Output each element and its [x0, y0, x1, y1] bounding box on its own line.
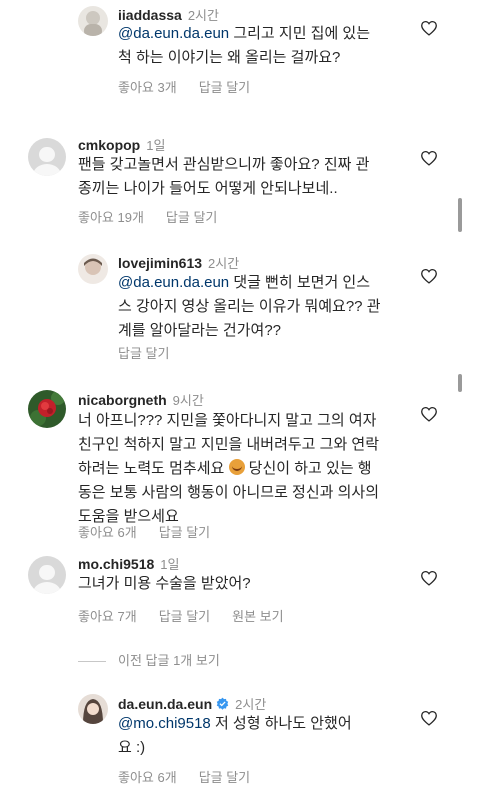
avatar[interactable] [78, 694, 108, 724]
reply-button[interactable]: 답글 달기 [159, 525, 210, 540]
heart-icon[interactable] [420, 570, 438, 586]
timestamp: 2시간 [187, 8, 219, 23]
timestamp: 1일 [160, 557, 180, 572]
likes-count[interactable]: 좋아요 6개 [118, 770, 177, 785]
avatar[interactable] [78, 6, 108, 36]
username[interactable]: iiaddassa [118, 7, 182, 23]
reply-button[interactable]: 답글 달기 [199, 80, 250, 95]
comment-text: @da.eun.da.eun 댓글 뻔히 보면거 인스 스 강아지 영상 올리는… [118, 274, 381, 339]
heart-icon[interactable] [420, 710, 438, 726]
comment-text: @mo.chi9518 저 성형 하나도 안했어 요 :) [118, 715, 352, 756]
heart-icon[interactable] [420, 268, 438, 284]
comment-daeundaeun: da.eun.da.eun 2시간 @mo.chi9518 저 성형 하나도 안했… [0, 690, 480, 790]
username[interactable]: lovejimin613 [118, 255, 202, 271]
reply-button[interactable]: 답글 달기 [166, 210, 217, 225]
comment-text: 너 아프니??? 지민을 쫓아다니지 말고 그의 여자 친구인 척하지 말고 지… [78, 412, 380, 525]
comment-header: nicaborgneth 9시간 [78, 391, 204, 410]
likes-count[interactable]: 좋아요 6개 [78, 525, 137, 540]
default-avatar-icon[interactable] [28, 556, 66, 594]
username[interactable]: cmkopop [78, 137, 140, 153]
comment-nicaborgneth: nicaborgneth 9시간 너 아프니??? 지민을 쫓아다니지 말고 그의… [0, 386, 480, 546]
heart-icon[interactable] [420, 150, 438, 166]
scrollbar[interactable] [458, 198, 462, 232]
scrollbar[interactable] [458, 374, 462, 392]
comment-lovejimin613: lovejimin613 2시간 @da.eun.da.eun 댓글 뻔히 보면거… [0, 250, 480, 365]
username[interactable]: da.eun.da.eun [118, 696, 212, 712]
likes-count[interactable]: 좋아요 7개 [78, 609, 137, 624]
reply-button[interactable]: 답글 달기 [159, 609, 210, 624]
comment-actions: 좋아요 3개 답글 달기 [118, 77, 272, 96]
comment-text: 팬들 갖고놀면서 관심받으니까 좋아요? 진짜 관 종끼는 나이가 들어도 어떻… [78, 156, 370, 197]
reply-button[interactable]: 답글 달기 [118, 346, 169, 361]
angry-face-emoji-icon [228, 459, 245, 475]
default-avatar-icon[interactable] [28, 138, 66, 176]
timestamp: 2시간 [208, 256, 240, 271]
see-original-button[interactable]: 원본 보기 [232, 609, 283, 624]
comment-cmkopop: cmkopop 1일 팬들 갖고놀면서 관심받으니까 좋아요? 진짜 관 종끼는 … [0, 130, 480, 230]
avatar[interactable] [78, 254, 108, 284]
mention-link[interactable]: @da.eun.da.eun [118, 274, 229, 291]
likes-count[interactable]: 좋아요 3개 [118, 80, 177, 95]
view-previous-replies-button[interactable]: 이전 답글 1개 보기 [78, 650, 220, 669]
comment-actions: 좋아요 6개 답글 달기 [78, 522, 232, 541]
heart-icon[interactable] [420, 20, 438, 36]
comment-actions: 답글 달기 [118, 343, 191, 362]
timestamp: 9시간 [172, 393, 204, 408]
username[interactable]: nicaborgneth [78, 392, 167, 408]
mention-link[interactable]: @mo.chi9518 [118, 715, 211, 732]
likes-count[interactable]: 좋아요 19개 [78, 210, 144, 225]
comment-actions: 좋아요 7개 답글 달기 원본 보기 [78, 606, 306, 625]
comment-text: 그녀가 미용 수술을 받았어? [78, 575, 251, 592]
comment-actions: 좋아요 6개 답글 달기 [118, 767, 272, 786]
avatar[interactable] [28, 390, 66, 428]
comment-mochi9518: mo.chi9518 1일 그녀가 미용 수술을 받았어? 좋아요 7개 답글 달기… [0, 550, 480, 630]
mention-link[interactable]: @da.eun.da.eun [118, 25, 229, 42]
divider-line [78, 661, 106, 663]
timestamp: 2시간 [235, 697, 267, 712]
heart-icon[interactable] [420, 406, 438, 422]
username[interactable]: mo.chi9518 [78, 556, 154, 572]
comment-iiaddassa: iiaddassa 2시간 @da.eun.da.eun 그리고 지민 집에 있는… [0, 0, 480, 100]
verified-badge-icon [216, 697, 229, 710]
timestamp: 1일 [146, 138, 166, 153]
comment-text: @da.eun.da.eun 그리고 지민 집에 있는 척 하는 이야기는 왜 … [118, 25, 371, 66]
reply-button[interactable]: 답글 달기 [199, 770, 250, 785]
comment-actions: 좋아요 19개 답글 달기 [78, 207, 239, 226]
